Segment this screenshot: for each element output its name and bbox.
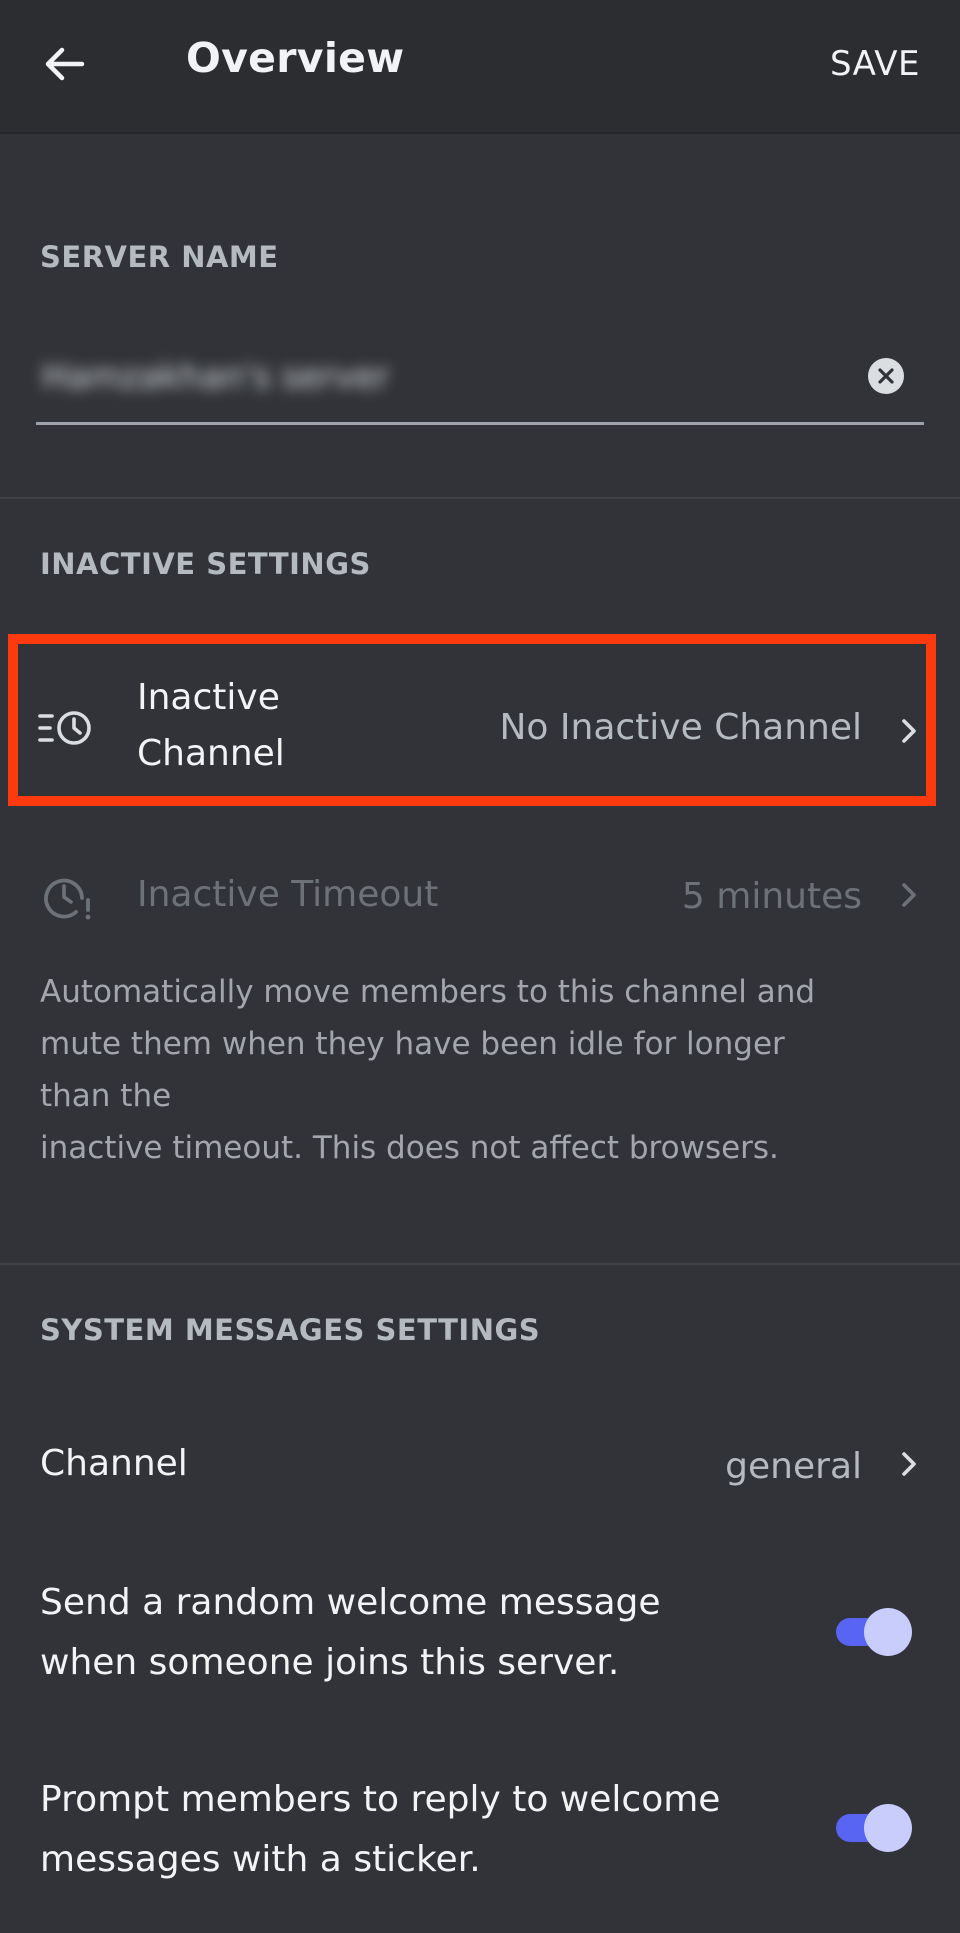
server-name-input[interactable] bbox=[40, 350, 784, 404]
welcome-message-text: Send a random welcome message when someo… bbox=[40, 1582, 661, 1683]
top-app-bar: Overview SAVE bbox=[0, 0, 960, 134]
inactive-timeout-label: Inactive Timeout bbox=[137, 874, 439, 915]
inactive-settings-section-label: INACTIVE SETTINGS bbox=[40, 547, 371, 581]
welcome-message-toggle[interactable] bbox=[836, 1606, 916, 1656]
chevron-right-icon bbox=[894, 875, 924, 915]
clock-alert-icon bbox=[44, 878, 91, 920]
section-divider bbox=[0, 1263, 960, 1265]
arrow-left-icon bbox=[45, 47, 85, 81]
system-channel-value: general bbox=[725, 1446, 862, 1487]
section-divider bbox=[0, 497, 960, 499]
clear-x-icon bbox=[878, 368, 894, 384]
system-messages-section-label: SYSTEM MESSAGES SETTINGS bbox=[40, 1313, 541, 1347]
sticker-prompt-toggle[interactable] bbox=[836, 1802, 916, 1852]
system-channel-label: Channel bbox=[40, 1443, 188, 1484]
toggle-thumb bbox=[864, 1804, 912, 1852]
sticker-prompt-text: Prompt members to reply to welcome messa… bbox=[40, 1779, 721, 1880]
inactive-timeout-value: 5 minutes bbox=[681, 876, 862, 917]
server-name-section-label: SERVER NAME bbox=[40, 240, 279, 274]
inactive-help-text: Automatically move members to this chann… bbox=[40, 974, 816, 1166]
toggle-thumb bbox=[864, 1608, 912, 1656]
clear-name-button[interactable] bbox=[868, 358, 904, 394]
page-title: Overview bbox=[186, 34, 405, 82]
server-name-underline bbox=[36, 422, 924, 425]
chevron-right-icon bbox=[894, 1444, 924, 1484]
highlight-annotation-box bbox=[8, 634, 936, 806]
back-button[interactable] bbox=[36, 40, 92, 88]
save-button[interactable]: SAVE bbox=[830, 44, 920, 84]
